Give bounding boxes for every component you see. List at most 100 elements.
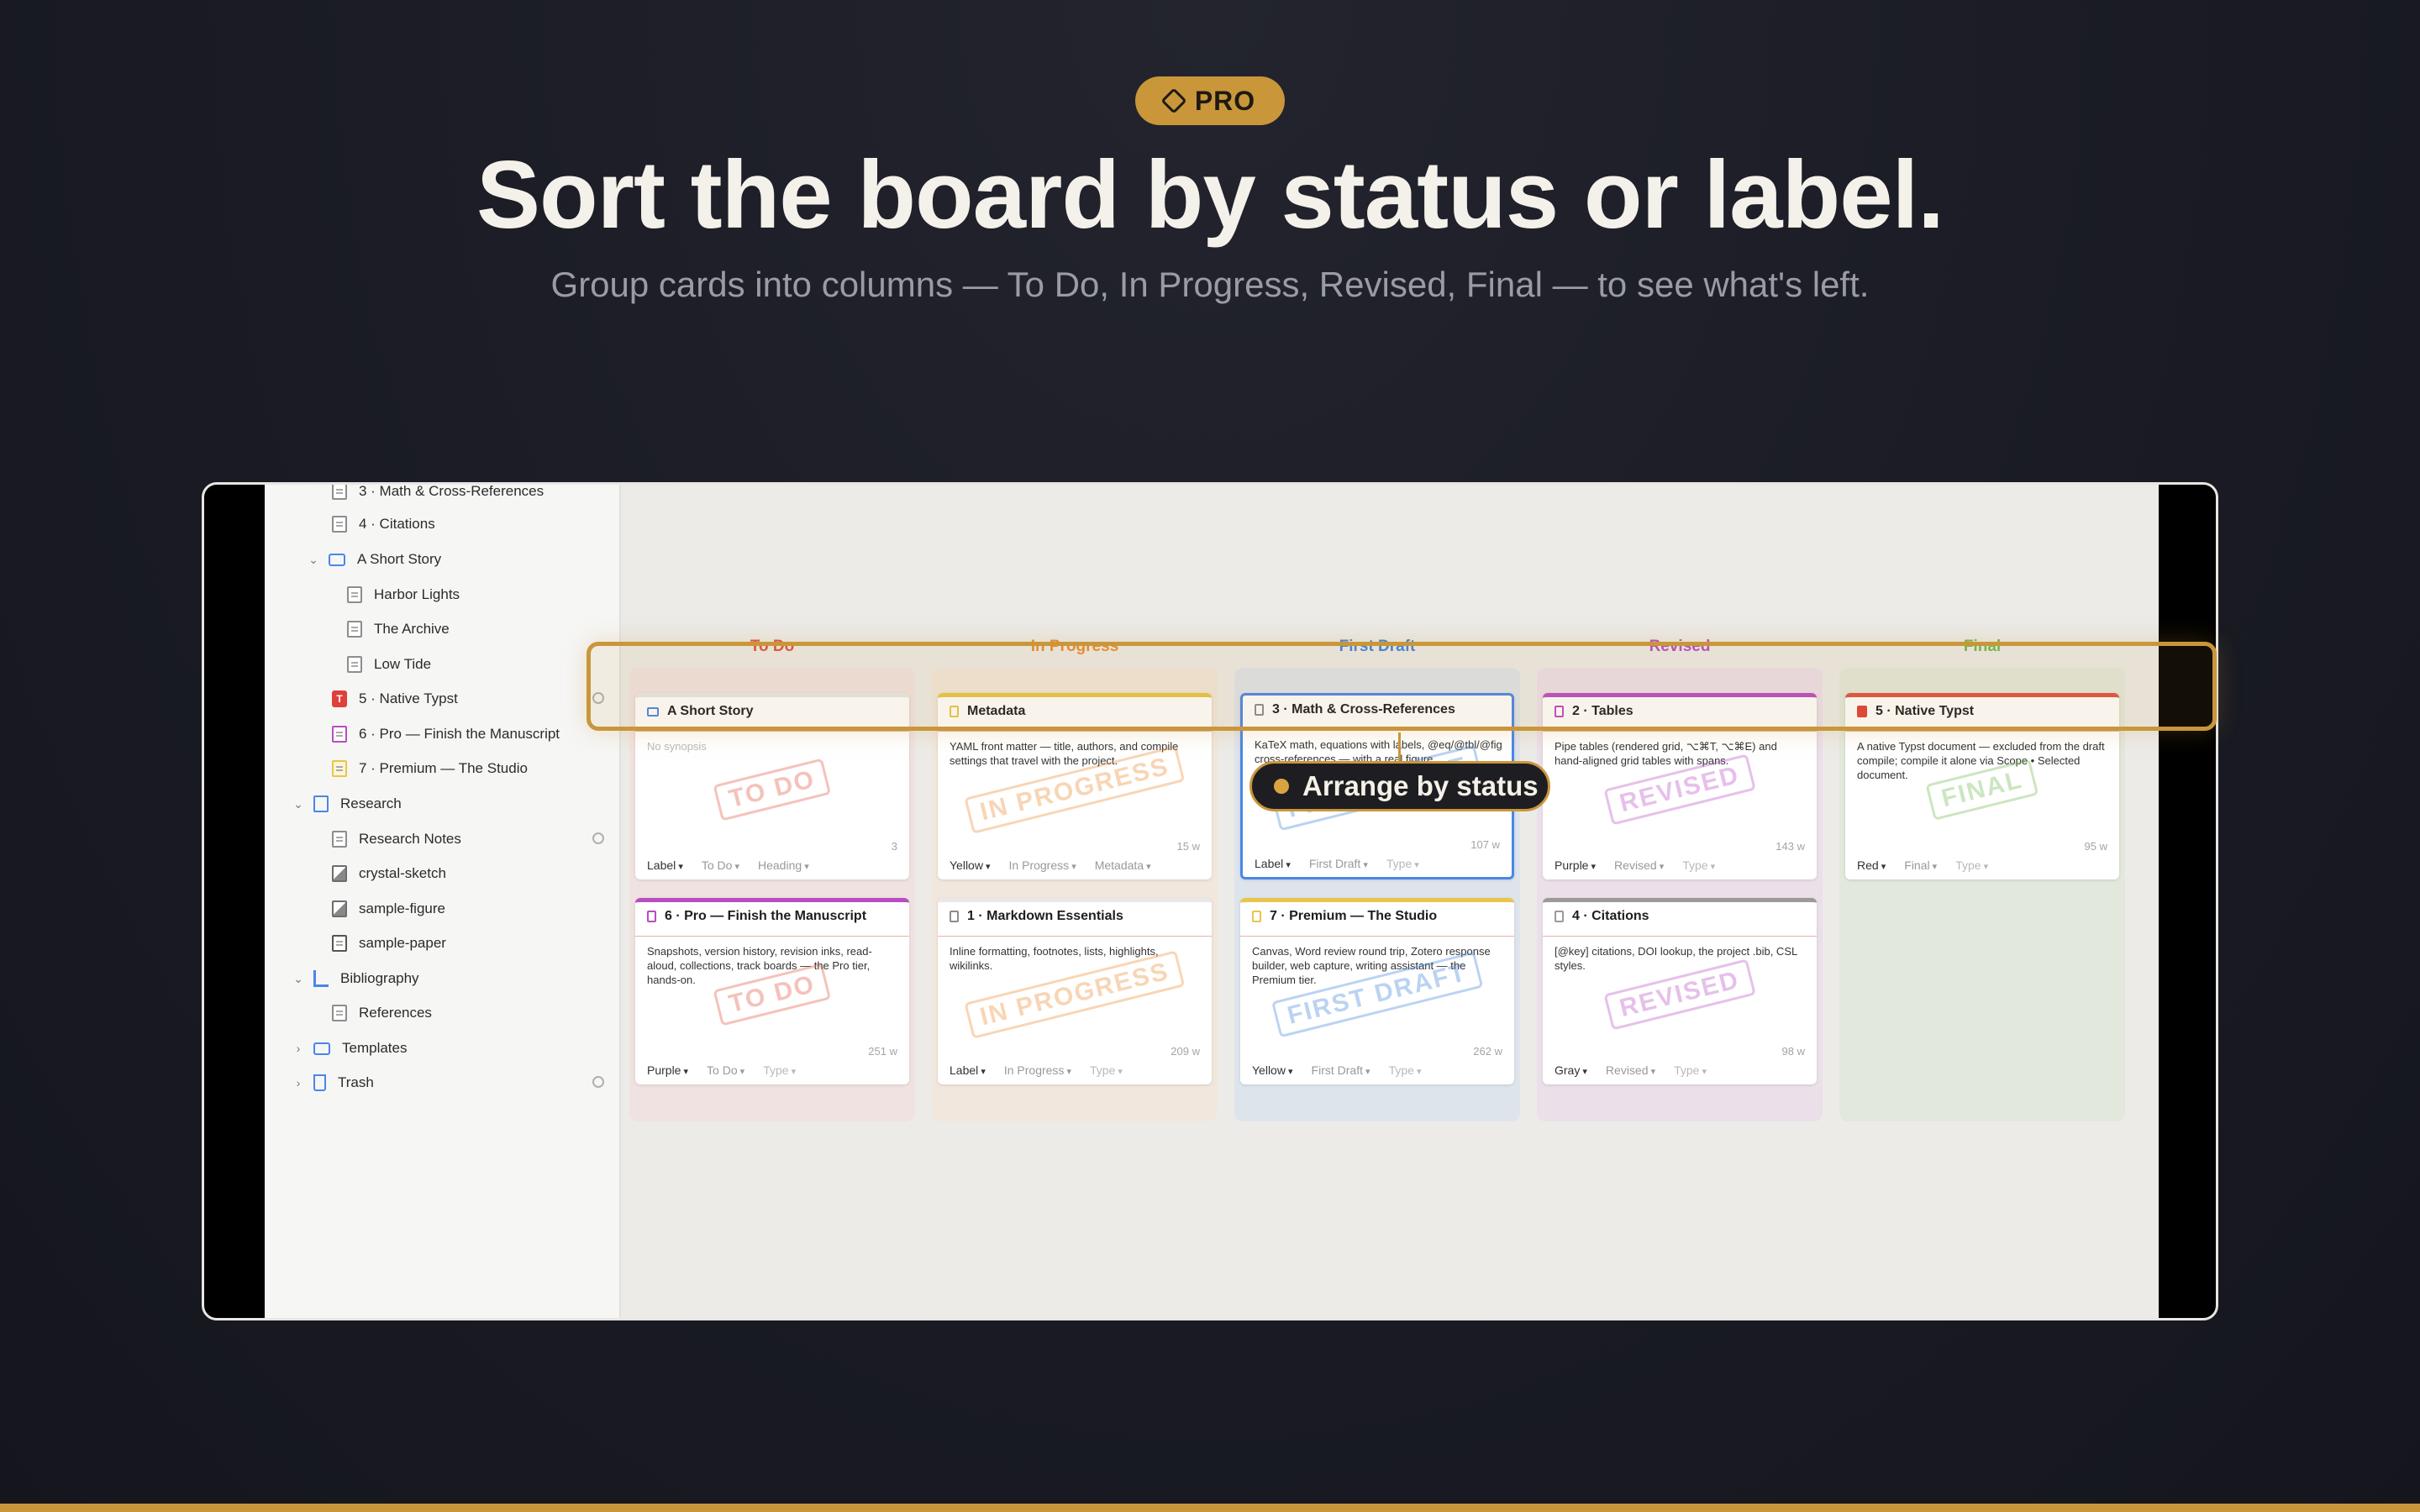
sidebar-item[interactable]: Research Notes	[332, 825, 621, 853]
status-dropdown[interactable]: In Progress	[1009, 858, 1076, 872]
type-dropdown[interactable]: Type	[1386, 857, 1419, 870]
card-divider	[1845, 731, 2119, 732]
document-icon	[332, 516, 347, 533]
chevron-down-icon[interactable]: ⌄	[292, 797, 305, 811]
sidebar-item[interactable]: 7 · Premium — The Studio	[332, 754, 528, 783]
type-dropdown[interactable]: Type	[1389, 1063, 1422, 1077]
image-icon	[332, 900, 347, 917]
status-dropdown[interactable]: Revised	[1614, 858, 1664, 872]
sidebar-item[interactable]: 6 · Pro — Finish the Manuscript	[332, 720, 560, 748]
index-card[interactable]: 6 · Pro — Finish the Manuscript Snapshots…	[635, 898, 909, 1084]
sidebar-item[interactable]: › Trash	[292, 1068, 621, 1097]
chevron-right-icon[interactable]: ›	[292, 1076, 305, 1089]
status-stamp: TO DO	[713, 758, 832, 822]
sidebar-item[interactable]: sample-paper	[332, 929, 446, 958]
sidebar-item[interactable]: References	[332, 999, 432, 1027]
sidebar-item[interactable]: Harbor Lights	[347, 580, 460, 609]
card-footer: Gray Revised Type	[1555, 1063, 1707, 1077]
excluded-icon	[592, 832, 604, 844]
label-dropdown[interactable]: Label	[1255, 857, 1291, 870]
image-icon	[332, 865, 347, 882]
word-count: 143 w	[1776, 840, 1805, 853]
label-dropdown[interactable]: Red	[1857, 858, 1886, 872]
chevron-down-icon[interactable]: ⌄	[307, 553, 320, 567]
card-footer: Yellow In Progress Metadata	[950, 858, 1151, 872]
index-card[interactable]: 4 · Citations [@key] citations, DOI looku…	[1543, 898, 1817, 1084]
sidebar-item[interactable]: ⌄ Bibliography	[292, 964, 419, 993]
sidebar-item[interactable]: ⌄ Research	[292, 790, 402, 818]
type-dropdown[interactable]: Metadata	[1095, 858, 1151, 872]
type-dropdown[interactable]: Type	[1682, 858, 1715, 872]
word-count: 3	[891, 840, 897, 853]
sidebar-item[interactable]: sample-figure	[332, 895, 445, 923]
document-icon	[950, 911, 959, 922]
card-title: 6 · Pro — Finish the Manuscript	[647, 909, 897, 924]
status-dropdown[interactable]: First Draft	[1309, 857, 1368, 870]
label-dropdown[interactable]: Label	[647, 858, 683, 872]
sidebar-item[interactable]: The Archive	[347, 615, 450, 643]
status-dropdown[interactable]: First Draft	[1312, 1063, 1370, 1077]
sidebar-item[interactable]: 3 · Math & Cross-References	[332, 485, 544, 506]
pro-badge-label: PRO	[1194, 85, 1256, 116]
app-window: 3 · Math & Cross-References 4 · Citation…	[202, 482, 2218, 1320]
archive-icon	[313, 795, 329, 812]
label-dropdown[interactable]: Gray	[1555, 1063, 1587, 1077]
excluded-icon	[592, 1076, 604, 1088]
type-dropdown[interactable]: Type	[1090, 1063, 1123, 1077]
sidebar-item[interactable]: › Templates	[292, 1034, 408, 1063]
pdf-icon	[332, 935, 347, 952]
status-dropdown[interactable]: In Progress	[1004, 1063, 1071, 1077]
sidebar-item[interactable]: crystal-sketch	[332, 859, 446, 888]
label-dropdown[interactable]: Yellow	[1252, 1063, 1293, 1077]
callout-label: Arrange by status	[1302, 770, 1539, 801]
sidebar-item[interactable]: T5 · Native Typst	[332, 685, 621, 713]
chevron-down-icon[interactable]: ⌄	[292, 972, 305, 986]
binder-sidebar: 3 · Math & Cross-References 4 · Citation…	[265, 485, 621, 1318]
subhead: Group cards into columns — To Do, In Pro…	[550, 265, 1870, 304]
type-dropdown[interactable]: Heading	[758, 858, 809, 872]
document-icon	[332, 760, 347, 777]
callout-stem	[1398, 732, 1401, 763]
document-icon	[332, 726, 347, 743]
type-dropdown[interactable]: Type	[1955, 858, 1988, 872]
status-dropdown[interactable]: Revised	[1606, 1063, 1655, 1077]
sidebar-item[interactable]: Low Tide	[347, 650, 431, 679]
status-dropdown[interactable]: Final	[1904, 858, 1937, 872]
card-divider	[1543, 936, 1817, 937]
sidebar-item[interactable]: ⌄ A Short Story	[307, 545, 441, 574]
callout-dot-icon	[1274, 779, 1289, 794]
card-divider	[635, 936, 909, 937]
chevron-right-icon[interactable]: ›	[292, 1042, 305, 1055]
index-card[interactable]: 7 · Premium — The Studio Canvas, Word rev…	[1240, 898, 1514, 1084]
index-card[interactable]: 1 · Markdown Essentials Inline formatting…	[938, 898, 1212, 1084]
document-icon	[1252, 911, 1261, 922]
bibliography-icon	[313, 970, 329, 987]
label-dropdown[interactable]: Yellow	[950, 858, 991, 872]
word-count: 107 w	[1470, 838, 1500, 851]
type-dropdown[interactable]: Type	[763, 1063, 796, 1077]
word-count: 95 w	[2084, 840, 2107, 853]
document-icon	[347, 586, 362, 603]
card-synopsis: [@key] citations, DOI lookup, the projec…	[1555, 945, 1797, 972]
arrange-by-status-callout: Arrange by status	[1249, 761, 1550, 811]
trash-icon	[313, 1074, 326, 1091]
card-title: 1 · Markdown Essentials	[950, 909, 1200, 924]
sidebar-item[interactable]: 4 · Citations	[332, 510, 435, 538]
card-footer: Label In Progress Type	[950, 1063, 1123, 1077]
card-divider	[635, 731, 909, 732]
card-synopsis: Pipe tables (rendered grid, ⌥⌘T, ⌥⌘E) an…	[1555, 740, 1777, 767]
label-dropdown[interactable]: Purple	[647, 1063, 688, 1077]
headline: Sort the board by status or label.	[476, 142, 1944, 249]
card-footer: Purple Revised Type	[1555, 858, 1715, 872]
folder-icon	[329, 553, 345, 566]
type-dropdown[interactable]: Type	[1674, 1063, 1707, 1077]
bottom-accent-bar	[0, 1504, 2420, 1512]
document-icon	[332, 831, 347, 848]
status-dropdown[interactable]: To Do	[702, 858, 739, 872]
label-dropdown[interactable]: Purple	[1555, 858, 1596, 872]
status-dropdown[interactable]: To Do	[707, 1063, 744, 1077]
document-icon	[332, 1005, 347, 1021]
card-divider	[1543, 731, 1817, 732]
label-dropdown[interactable]: Label	[950, 1063, 986, 1077]
card-synopsis: No synopsis	[647, 740, 707, 753]
